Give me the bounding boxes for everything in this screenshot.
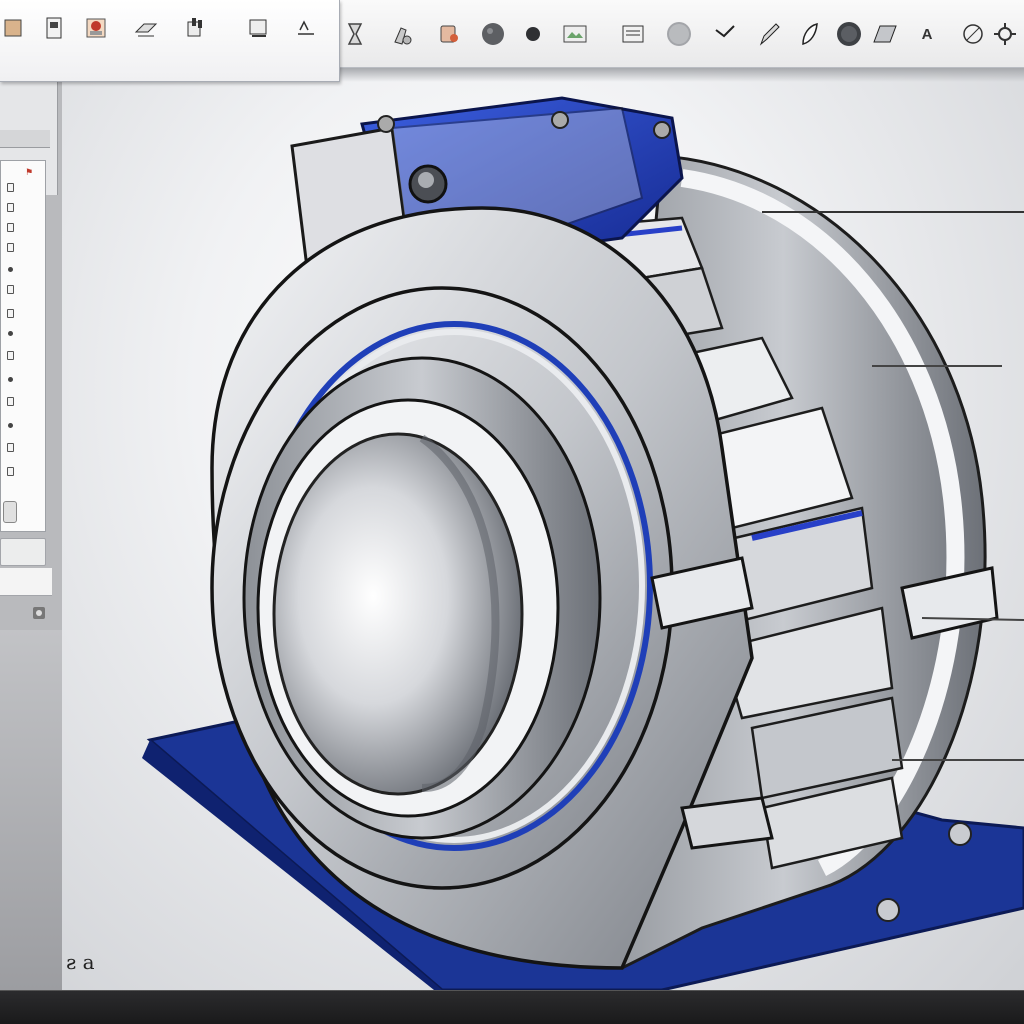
ribbon-button-4[interactable] <box>124 14 168 58</box>
tree-item-icon[interactable] <box>5 181 15 193</box>
shade-icon <box>526 27 540 41</box>
bore <box>272 432 524 796</box>
shade-tool[interactable] <box>518 18 548 50</box>
tree-item-icon[interactable] <box>5 441 15 453</box>
sphere-light-icon <box>667 22 691 46</box>
panel-tool[interactable] <box>870 18 900 50</box>
top-screw <box>377 115 395 133</box>
graphics-area[interactable] <box>62 68 1024 990</box>
paint-bucket-icon <box>440 25 458 43</box>
tree-item-icon[interactable] <box>5 327 15 339</box>
tree-item-icon[interactable] <box>5 263 15 275</box>
ribbon-button-2[interactable] <box>32 14 76 58</box>
pen-icon <box>759 23 780 46</box>
text-tool[interactable]: A <box>912 18 942 50</box>
bearing-model[interactable] <box>62 68 1024 990</box>
sphere-tool[interactable] <box>478 18 508 50</box>
top-bolt-hole-inner <box>418 172 434 188</box>
tree-item-icon[interactable] <box>5 221 15 233</box>
render-icon <box>563 25 587 43</box>
leaf-icon <box>802 23 818 45</box>
circle-tool[interactable] <box>958 18 988 50</box>
top-screw <box>551 111 569 129</box>
part-icon <box>4 19 22 37</box>
tree-item-icon[interactable] <box>5 395 15 407</box>
sphere-light-tool[interactable] <box>664 18 694 50</box>
command-manager-panel <box>0 0 340 82</box>
lower-clamp <box>680 796 774 850</box>
tree-item-icon[interactable] <box>5 283 15 295</box>
document-icon <box>46 17 62 39</box>
tree-scroll-handle[interactable] <box>3 501 17 523</box>
dark-sphere-tool[interactable] <box>834 18 864 50</box>
arrow-icon <box>715 25 735 38</box>
gear-icon <box>994 23 1016 45</box>
paint-tool-2[interactable] <box>434 18 464 50</box>
hourglass-tool[interactable] <box>340 18 370 50</box>
ribbon-button-7[interactable] <box>284 14 328 58</box>
ribbon-button-6[interactable] <box>236 14 280 58</box>
extrude-icon <box>134 23 158 37</box>
tree-item-icon[interactable] <box>5 241 15 253</box>
status-bar <box>0 990 1024 1024</box>
property-row[interactable] <box>0 568 52 596</box>
feature-manager-panel: ⚑ <box>0 68 62 990</box>
ribbon-button-5[interactable] <box>174 14 218 58</box>
property-box[interactable] <box>0 538 46 566</box>
ribbon-strip-text <box>70 58 320 72</box>
revolve-icon <box>187 18 202 37</box>
gear-tool[interactable] <box>990 18 1020 50</box>
tree-item-icon[interactable] <box>5 307 15 319</box>
paint-tool[interactable] <box>388 18 418 50</box>
plate-bolt <box>948 822 972 846</box>
sweep-icon <box>249 19 267 37</box>
tree-item-icon[interactable] <box>5 373 15 385</box>
panel-icon <box>873 25 897 43</box>
top-screw <box>653 121 671 139</box>
pen-tool[interactable] <box>754 18 784 50</box>
panel-empty-area <box>0 630 62 990</box>
plate-bolt <box>876 898 900 922</box>
paint-icon <box>394 27 412 45</box>
panel-tabs[interactable] <box>0 130 50 148</box>
ribbon-button-3[interactable] <box>74 14 118 58</box>
coordinate-triad: ƨ a <box>66 950 95 974</box>
ribbon-button-1[interactable] <box>0 14 36 58</box>
warning-flag-icon: ⚑ <box>25 167 34 177</box>
tree-item-icon[interactable] <box>5 465 15 477</box>
tree-item-icon[interactable] <box>5 201 15 213</box>
render-tool[interactable] <box>560 18 590 50</box>
leaf-tool[interactable] <box>794 18 824 50</box>
loft-icon <box>298 20 314 35</box>
sheet-tool[interactable] <box>618 18 648 50</box>
arrow-tool[interactable] <box>710 18 740 50</box>
circle-icon <box>963 24 983 44</box>
text-tool-label: A <box>921 25 933 43</box>
tree-item-icon[interactable] <box>5 349 15 361</box>
hourglass-icon <box>347 23 363 45</box>
settings-mini-icon[interactable] <box>32 606 46 620</box>
sphere-icon <box>482 23 504 45</box>
dark-sphere-icon <box>837 22 861 46</box>
sheet-icon <box>622 25 644 43</box>
assembly-icon <box>86 18 106 38</box>
feature-tree[interactable]: ⚑ <box>0 160 46 532</box>
tree-item-icon[interactable] <box>5 419 15 431</box>
